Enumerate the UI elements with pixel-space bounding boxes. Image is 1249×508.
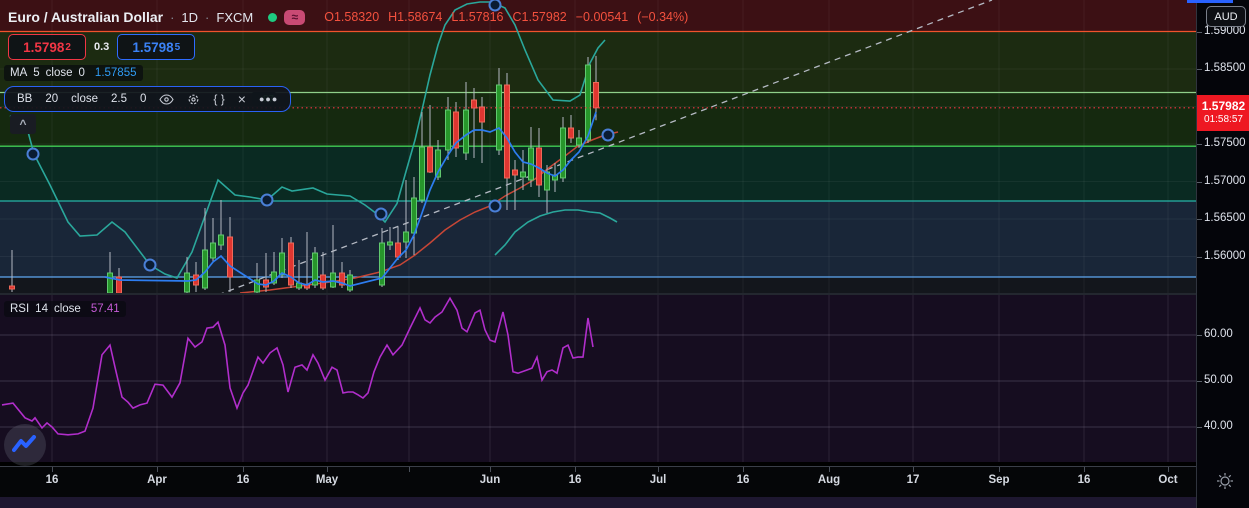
close-icon[interactable]: × — [238, 91, 246, 107]
exchange-label[interactable]: FXCM — [216, 10, 253, 25]
time-axis[interactable]: 16 Apr 16 May Jun 16 Jul 16 Aug 17 Sep 16 Oct — [0, 466, 1249, 497]
market-status-dot-icon — [268, 12, 278, 22]
separator: · — [205, 9, 210, 25]
time-axis-label: Oct — [1158, 474, 1178, 486]
time-tick — [1168, 467, 1169, 472]
time-axis-label: Jun — [479, 474, 501, 486]
next-pane-edge — [0, 497, 1249, 508]
timeframe-label[interactable]: 1D — [181, 10, 198, 25]
ohlc-item: L1.57816 — [451, 10, 504, 24]
time-axis-label: Sep — [988, 474, 1010, 486]
price-axis-label: 1.57000 — [1204, 174, 1246, 187]
bid-button[interactable]: 1.5798 2 — [8, 34, 86, 60]
rsi-tick — [1197, 427, 1202, 428]
price-axis-label: 1.56000 — [1204, 249, 1246, 262]
price-tick — [1197, 256, 1202, 258]
time-axis-label: Aug — [817, 474, 841, 486]
bar-countdown: 01:58:57 — [1204, 114, 1243, 126]
last-price-badge: 1.57982 01:58:57 — [1197, 95, 1249, 131]
last-price: 1.57982 — [1201, 99, 1246, 114]
time-tick — [490, 467, 491, 472]
time-tick — [829, 467, 830, 472]
price-axis[interactable]: AUD 1.57982 01:58:57 1.59000 1.58500 1.575… — [1196, 0, 1249, 508]
price-tick — [1197, 31, 1202, 33]
rsi-pane[interactable] — [0, 295, 1196, 462]
time-axis-label: 17 — [906, 474, 920, 486]
ma-legend[interactable]: MA 5 close 0 1.57855 — [4, 65, 143, 81]
bb-name: BB — [17, 93, 33, 105]
pane-divider[interactable] — [0, 293, 1196, 295]
price-axis-label: 1.56500 — [1204, 212, 1246, 224]
eye-icon[interactable] — [159, 93, 175, 105]
time-axis-label: 16 — [568, 474, 582, 486]
rsi-axis-label: 50.00 — [1204, 374, 1233, 386]
price-axis-label: 1.57500 — [1204, 137, 1246, 149]
axis-settings-gear-icon[interactable] — [1213, 469, 1237, 493]
time-tick — [327, 467, 328, 472]
change: −0.00541 — [575, 10, 629, 24]
currency-chip[interactable]: AUD — [1206, 6, 1246, 27]
rsi-axis-label: 40.00 — [1204, 420, 1233, 432]
price-axis-label: 1.58500 — [1204, 62, 1246, 74]
ohlc-item: H1.58674 — [388, 10, 443, 24]
time-tick — [1084, 467, 1085, 472]
time-axis-label: 16 — [736, 474, 750, 486]
time-tick — [999, 467, 1000, 472]
collapse-chevron-button[interactable]: ^ — [10, 114, 36, 134]
time-axis-label: 16 — [45, 474, 59, 486]
bb-indicator-toolbar[interactable]: BB 20 close 2.5 0 { } × ●●● — [4, 86, 292, 112]
price-tick — [1197, 69, 1202, 70]
time-tick — [743, 467, 744, 472]
ma-value: 1.57855 — [94, 67, 137, 79]
price-tick — [1197, 219, 1202, 220]
separator: · — [170, 9, 175, 25]
more-icon[interactable]: ●●● — [259, 94, 278, 104]
ohlc-values: O1.58320 H1.58674 L1.57816 C1.57982 −0.00541… — [324, 10, 688, 24]
trading-chart-app: Euro / Australian Dollar · 1D · FXCM ≈ O… — [0, 0, 1249, 508]
time-tick — [52, 467, 53, 472]
time-axis-label: 16 — [236, 474, 250, 486]
time-axis-label: Apr — [147, 474, 167, 486]
spread-value: 0.3 — [94, 41, 110, 53]
time-tick — [658, 467, 659, 472]
time-axis-label: Jul — [649, 474, 667, 486]
watchlist-accent-strip — [1187, 0, 1233, 3]
symbol-row: Euro / Australian Dollar · 1D · FXCM ≈ O… — [8, 7, 688, 27]
ohlc-item: C1.57982 — [512, 10, 567, 24]
delayed-data-icon[interactable]: ≈ — [284, 9, 306, 25]
rsi-tick — [1197, 381, 1202, 382]
mountain-chart-icon — [12, 435, 36, 452]
time-tick — [409, 467, 410, 472]
symbol-title[interactable]: Euro / Australian Dollar — [8, 9, 163, 25]
time-tick — [243, 467, 244, 472]
tradingview-logo[interactable] — [4, 424, 46, 466]
price-tick — [1197, 181, 1202, 183]
ask-button[interactable]: 1.5798 5 — [117, 34, 196, 60]
rsi-axis-label: 60.00 — [1204, 328, 1233, 340]
time-tick — [913, 467, 914, 472]
rsi-tick — [1197, 335, 1202, 336]
price-tick — [1197, 144, 1202, 145]
rsi-legend[interactable]: RSI 14 close 57.41 — [4, 301, 126, 317]
time-tick — [575, 467, 576, 472]
time-axis-label: May — [315, 474, 339, 486]
quote-row: 1.5798 2 0.3 1.5798 5 — [8, 34, 196, 60]
rsi-value: 57.41 — [90, 303, 120, 315]
braces-icon[interactable]: { } — [213, 92, 224, 106]
change-pct: (−0.34%) — [637, 10, 689, 24]
time-tick — [157, 467, 158, 472]
ohlc-item: O1.58320 — [324, 10, 380, 24]
time-axis-label: 16 — [1077, 474, 1091, 486]
gear-icon[interactable] — [187, 93, 200, 106]
